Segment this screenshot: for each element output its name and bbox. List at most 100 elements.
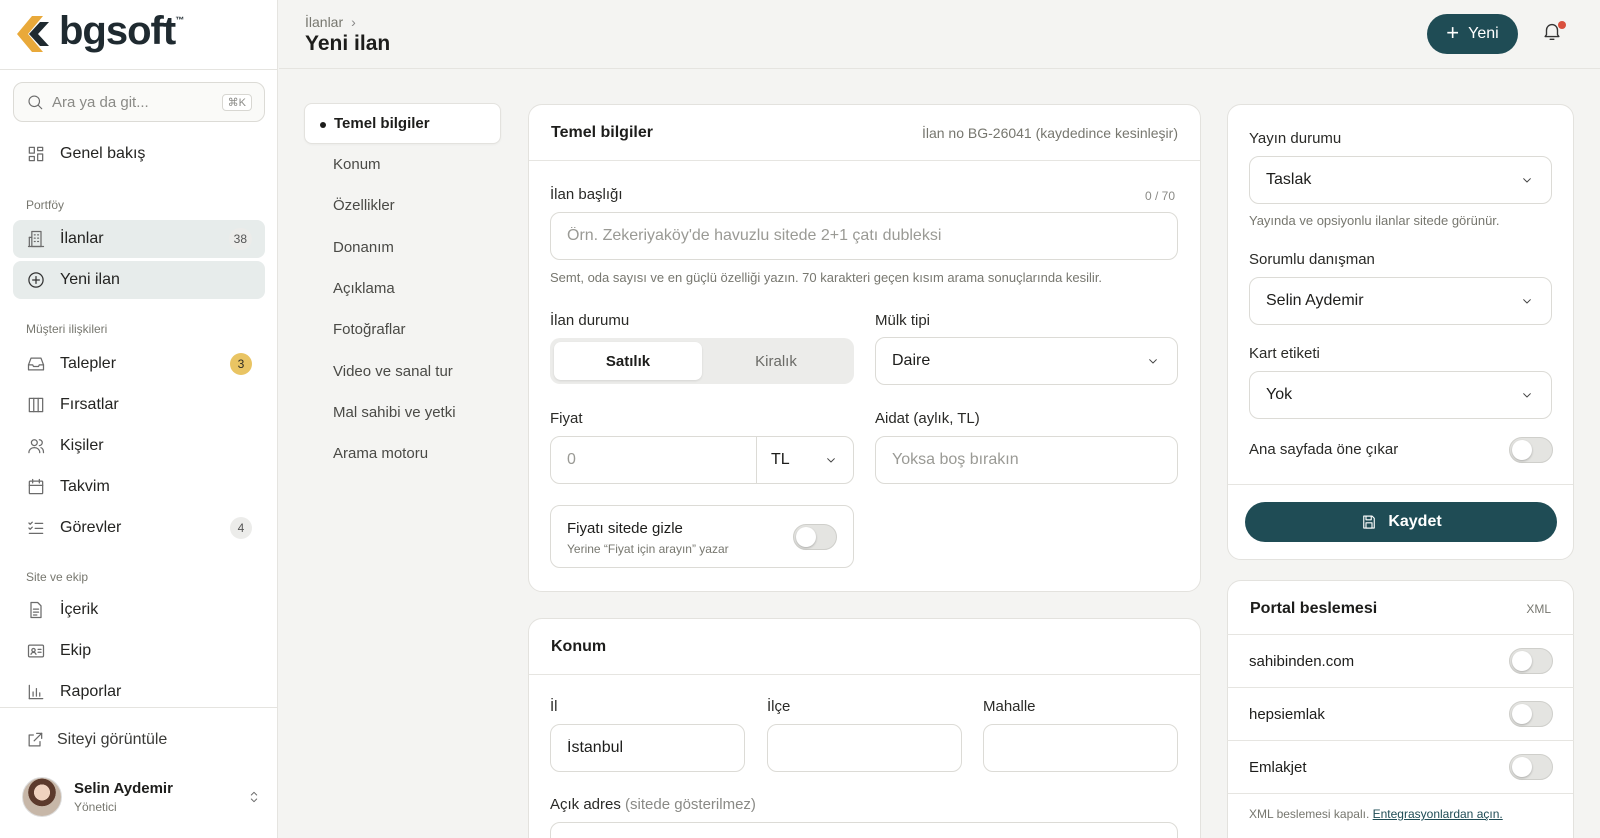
sidebar-item-calendar[interactable]: Takvim [13,468,265,506]
notifications-button[interactable] [1541,20,1569,48]
sidebar-item-requests[interactable]: Talepler 3 [13,345,265,383]
address-input[interactable] [550,822,1178,838]
chevron-down-icon [1145,353,1161,369]
card-tag-select[interactable]: Yok [1249,371,1552,419]
view-site-link[interactable]: Siteyi görüntüle [25,730,167,750]
bar-chart-icon [26,682,46,702]
section-nav-description[interactable]: Açıklama [304,268,501,309]
user-menu[interactable]: Selin Aydemir Yönetici [22,776,262,818]
integrations-link[interactable]: Entegrasyonlardan açın. [1373,807,1503,821]
inbox-icon [26,354,46,374]
card-tag-label: Kart etiketi [1249,345,1320,362]
card-title: Temel bilgiler [551,123,653,141]
status-option-sale[interactable]: Satılık [554,342,702,380]
address-label: Açık adres (sitede gösterilmez) [550,796,756,813]
sidebar-item-label: Görevler [60,519,122,536]
sidebar-divider [0,707,278,708]
neighborhood-label: Mahalle [983,698,1036,715]
portal-row-emlakjet: Emlakjet [1227,740,1574,793]
district-input[interactable] [767,724,962,772]
notification-dot [1558,21,1566,29]
listing-title-label: İlan başlığı [550,186,623,203]
sidebar-item-label: Takvim [60,478,110,495]
floppy-disk-icon [1360,513,1388,531]
portal-toggle-hepsiemlak[interactable] [1509,701,1553,727]
currency-value: TL [771,451,790,468]
section-nav-basic[interactable]: Temel bilgiler [304,103,501,144]
portal-toggle-sahibinden[interactable] [1509,648,1553,674]
publish-status-hint: Yayında ve opsiyonlu ilanlar sitede görü… [1249,213,1500,228]
brand-logo[interactable]: bgsoft ™ [16,11,185,54]
breadcrumb-link[interactable]: İlanlar [305,14,343,30]
district-label: İlçe [767,698,791,715]
sidebar: bgsoft ™ ⌘K Genel bakış Portföy İlanlar … [0,0,278,838]
section-nav-features[interactable]: Özellikler [304,185,501,226]
sidebar-item-content[interactable]: İçerik [13,591,265,629]
listing-status-toggle: Satılık Kiralık [550,338,854,384]
dues-label: Aidat (aylık, TL) [875,410,980,427]
sidebar-item-label: İçerik [60,601,99,618]
card-title: Konum [551,637,607,655]
section-nav-equipment[interactable]: Donanım [304,227,501,268]
new-button[interactable]: + Yeni [1427,14,1518,54]
section-nav-location[interactable]: Konum [304,144,501,185]
sidebar-item-listings[interactable]: İlanlar 38 [13,220,265,258]
property-type-label: Mülk tipi [875,312,931,329]
section-nav-photos[interactable]: Fotoğraflar [304,309,501,350]
portal-name: sahibinden.com [1249,652,1355,670]
hide-price-description: Yerine “Fiyat için arayın” yazar [567,542,729,556]
id-card-icon [26,641,46,661]
province-input[interactable] [550,724,745,772]
hide-price-toggle[interactable] [793,524,837,550]
sidebar-item-contacts[interactable]: Kişiler [13,427,265,465]
columns-icon [26,395,46,415]
save-button[interactable]: Kaydet [1245,502,1557,542]
section-heading-site-team: Site ve ekip [26,570,89,584]
plus-circle-icon [26,270,46,290]
card-divider [1228,484,1573,485]
publish-status-select[interactable]: Taslak [1249,156,1552,204]
portal-name: hepsiemlak [1249,705,1325,723]
count-badge: 3 [230,353,252,375]
sidebar-item-tasks[interactable]: Görevler 4 [13,509,265,547]
featured-label: Ana sayfada öne çıkar [1249,441,1399,458]
publish-status-value: Taslak [1266,171,1312,188]
sidebar-item-opportunities[interactable]: Fırsatlar [13,386,265,424]
sidebar-item-team[interactable]: Ekip [13,632,265,670]
sidebar-item-label: Kişiler [60,437,104,454]
search-box[interactable]: ⌘K [13,82,265,122]
listing-title-input[interactable] [550,212,1178,260]
chevron-right-icon: › [351,14,356,30]
building-icon [26,229,46,249]
price-input[interactable] [551,437,757,483]
neighborhood-input[interactable] [983,724,1178,772]
section-nav-seo[interactable]: Arama motoru [304,433,501,474]
sidebar-item-label: Genel bakış [60,145,146,162]
search-input[interactable] [52,93,212,111]
section-nav-video[interactable]: Video ve sanal tur [304,351,501,392]
dues-input[interactable] [875,436,1178,484]
portal-toggle-emlakjet[interactable] [1509,754,1553,780]
sidebar-divider [0,69,278,70]
chevron-down-icon [1519,172,1535,188]
sidebar-item-label: Yeni ilan [60,271,120,288]
checklist-icon [26,518,46,538]
sidebar-item-label: Raporlar [60,683,122,700]
currency-select[interactable]: TL [757,437,853,483]
document-icon [26,600,46,620]
card-tag-value: Yok [1266,386,1293,403]
feed-format-label: XML [1526,602,1551,616]
sidebar-item-reports[interactable]: Raporlar [13,673,265,711]
agent-select[interactable]: Selin Aydemir [1249,277,1552,325]
featured-toggle[interactable] [1509,437,1553,463]
brand-trademark: ™ [175,15,185,25]
chevron-up-down-icon [246,789,262,805]
sidebar-item-overview[interactable]: Genel bakış [13,135,265,173]
save-button-label: Kaydet [1388,513,1442,530]
sidebar-item-new-listing[interactable]: Yeni ilan [13,261,265,299]
portal-name: Emlakjet [1249,758,1307,776]
status-option-rent[interactable]: Kiralık [702,342,850,380]
portal-row-hepsiemlak: hepsiemlak [1227,687,1574,740]
property-type-select[interactable]: Daire [875,337,1178,385]
section-nav-owner[interactable]: Mal sahibi ve yetki [304,392,501,433]
